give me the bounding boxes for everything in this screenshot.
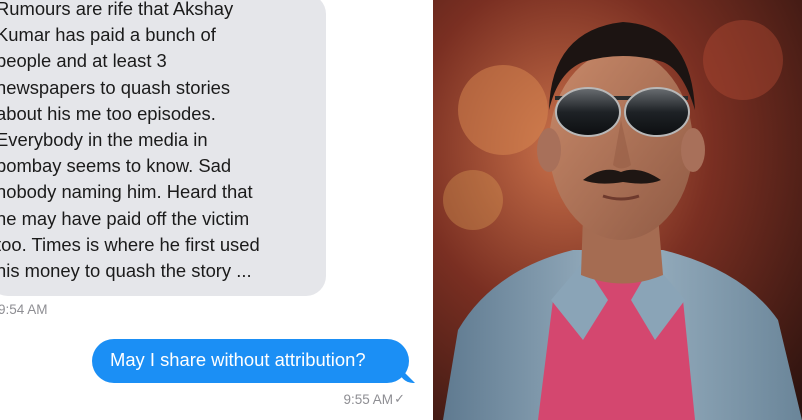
incoming-timestamp: 9:54 AM [0,302,48,317]
sunglasses-lens-left [555,87,621,137]
bokeh-light [703,20,783,100]
outgoing-message-bubble[interactable]: May I share without attribution? [92,339,415,383]
message-thread: Rumours are rife that Akshay Kumar has p… [0,0,433,420]
divider [425,0,433,420]
ear [537,128,561,172]
incoming-message-bubble[interactable]: Rumours are rife that Akshay Kumar has p… [0,0,326,296]
outgoing-message-text: May I share without attribution? [110,349,366,370]
ear [681,128,705,172]
bubble-tail [399,367,415,383]
check-icon: ✓ [394,391,405,406]
sunglasses-lens-right [624,87,690,137]
bokeh-light [443,170,503,230]
outgoing-timestamp: 9:55 AM [343,392,393,407]
incoming-message-text: Rumours are rife that Akshay Kumar has p… [0,0,260,282]
portrait-photo [433,0,802,420]
portrait-illustration [433,0,802,420]
screenshot: Rumours are rife that Akshay Kumar has p… [0,0,802,420]
bokeh-light [458,65,548,155]
